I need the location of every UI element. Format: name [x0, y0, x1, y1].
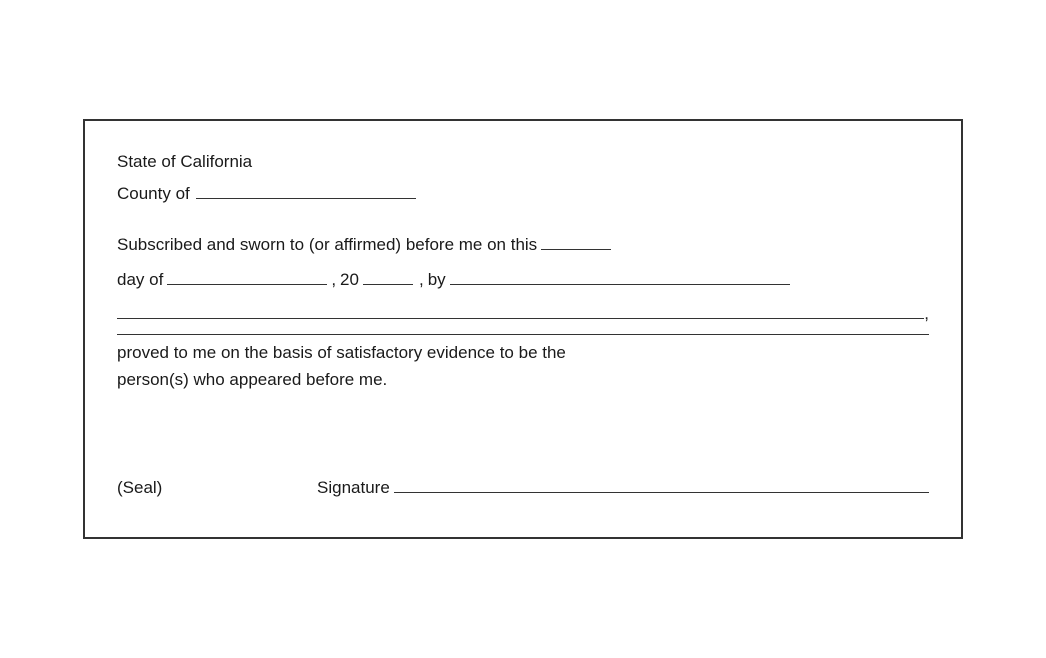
comma2: , — [419, 265, 424, 296]
year-prefix: 20 — [340, 265, 359, 296]
subscribed-line3: , — [117, 299, 929, 330]
state-line: State of California — [117, 149, 929, 175]
comma1: , — [331, 265, 336, 296]
notary-block: State of California County of Subscribed… — [83, 119, 963, 539]
subscribed-line2: day of , 20 , by — [117, 265, 929, 296]
subscribed-section: Subscribed and sworn to (or affirmed) be… — [117, 230, 929, 330]
name-field[interactable] — [450, 265, 790, 285]
year-field[interactable] — [363, 265, 413, 285]
proved-line1: proved to me on the basis of satisfactor… — [117, 339, 929, 366]
county-field[interactable] — [196, 179, 416, 199]
trailing-comma: , — [924, 299, 929, 330]
proved-line2: person(s) who appeared before me. — [117, 366, 929, 393]
day-label: day of — [117, 265, 163, 296]
signature-row: Signature — [317, 473, 929, 498]
county-label: County of — [117, 181, 190, 207]
subscribed-line1: Subscribed and sworn to (or affirmed) be… — [117, 230, 929, 261]
day-number-field[interactable] — [541, 230, 611, 250]
signature-field[interactable] — [394, 473, 929, 493]
signature-label: Signature — [317, 478, 390, 498]
seal-label: (Seal) — [117, 478, 317, 498]
by-label: by — [428, 265, 446, 296]
name-continued-field[interactable] — [117, 299, 924, 319]
subscribed-text: Subscribed and sworn to (or affirmed) be… — [117, 230, 537, 261]
month-field[interactable] — [167, 265, 327, 285]
county-line: County of — [117, 179, 929, 207]
proved-section: proved to me on the basis of satisfactor… — [117, 334, 929, 393]
bottom-section: (Seal) Signature — [117, 473, 929, 498]
